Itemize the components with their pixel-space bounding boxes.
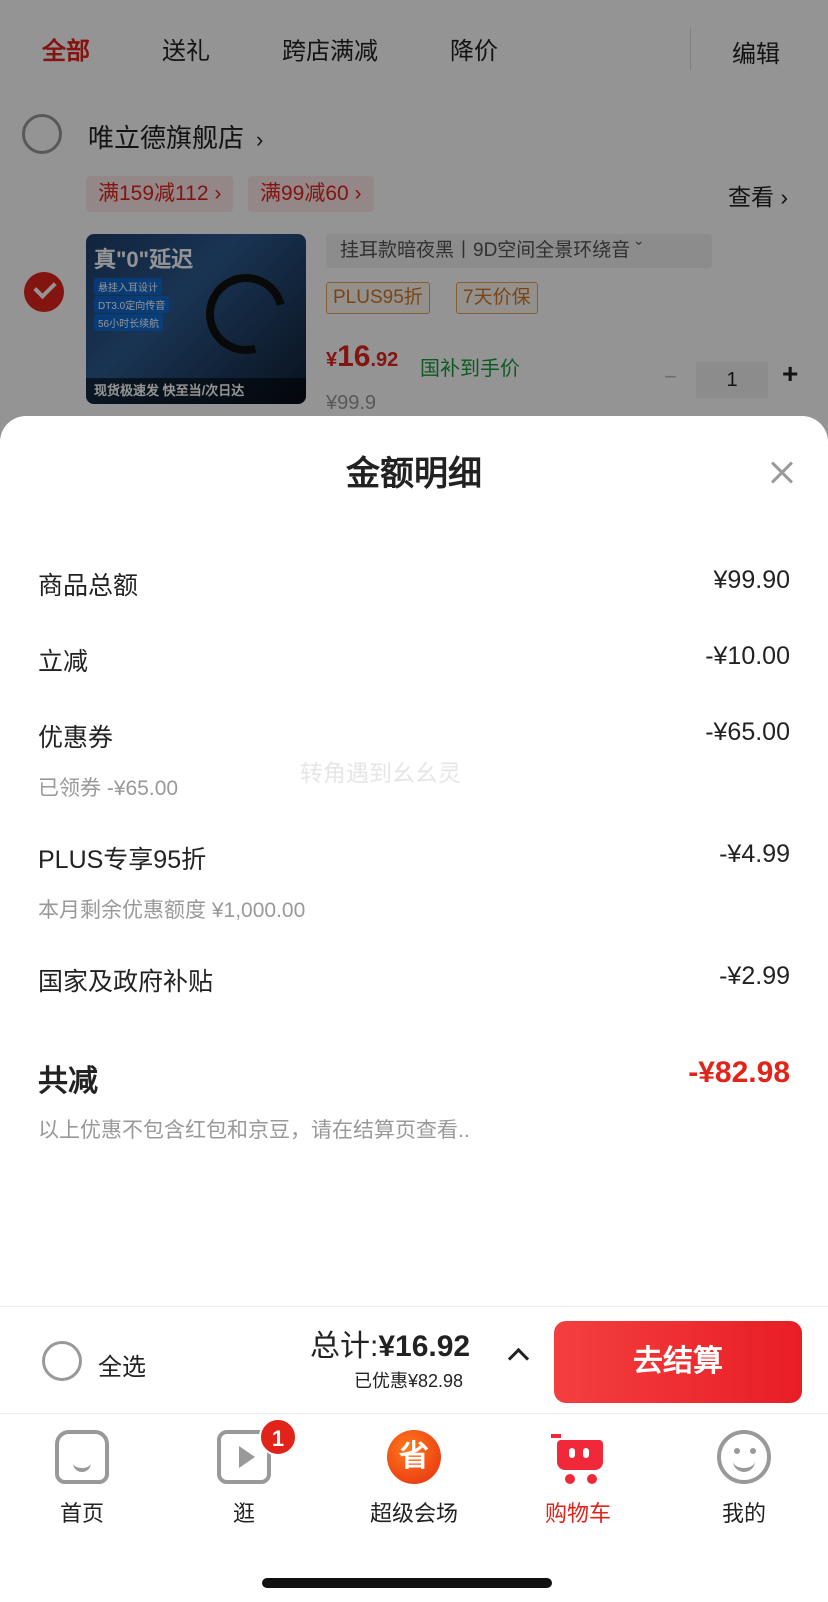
cart-wheel [565, 1474, 575, 1484]
chevron-up-icon[interactable] [506, 1343, 528, 1365]
row-value-subsidy: -¥2.99 [719, 962, 790, 990]
notification-badge: 1 [259, 1418, 297, 1456]
row-value-coupon: -¥65.00 [705, 718, 790, 746]
close-icon[interactable] [764, 452, 804, 492]
checkout-button[interactable]: 去结算 [554, 1321, 802, 1403]
cart-handle [551, 1434, 561, 1438]
nav-item-home[interactable]: 首页 [22, 1430, 142, 1528]
nav-label: 首页 [59, 1501, 104, 1526]
row-label-subtotal: 商品总额 [38, 572, 139, 600]
total-discount-label: 共减 [38, 1065, 98, 1098]
discount-footnote: 以上优惠不包含红包和京豆，请在结算页查看.. [38, 1119, 470, 1142]
sheet-title: 金额明细 [346, 455, 482, 493]
row-value-subtotal: ¥99.90 [713, 566, 790, 594]
row-label-plus: PLUS专享95折 [38, 846, 207, 874]
select-all-radio[interactable] [42, 1341, 82, 1381]
row-sub-coupon: 已领券 -¥65.00 [38, 777, 179, 800]
total-sum-prefix: 总计: [310, 1330, 379, 1363]
video-icon: 1 [217, 1418, 297, 1484]
super-venue-icon: 省 [387, 1430, 441, 1484]
nav-label: 购物车 [544, 1501, 611, 1526]
cart-wheel [587, 1474, 597, 1484]
row-label-subsidy: 国家及政府补贴 [38, 968, 214, 996]
cart-basket [557, 1440, 603, 1470]
nav-item-super-venue[interactable]: 省 超级会场 [354, 1430, 474, 1528]
saved-amount: 已优惠¥82.98 [354, 1371, 464, 1391]
cart-icon [551, 1430, 605, 1484]
nav-item-profile[interactable]: 我的 [684, 1430, 804, 1528]
bottom-tab-bar: 首页 1 逛 省 超级会场 购物车 我的 [0, 1413, 828, 1602]
row-value-instant-discount: -¥10.00 [705, 642, 790, 670]
nav-label: 我的 [721, 1501, 766, 1526]
watermark: 转角遇到幺幺灵 [300, 760, 461, 786]
total-sum-value: ¥16.92 [378, 1330, 471, 1363]
checkout-bar: 全选 总计:¥16.92 已优惠¥82.98 去结算 [0, 1306, 828, 1412]
nav-item-browse[interactable]: 1 逛 [184, 1418, 304, 1528]
home-indicator [262, 1578, 552, 1588]
total-sum: 总计:¥16.92 [310, 1321, 470, 1365]
row-label-coupon: 优惠券 [38, 724, 114, 752]
row-sub-plus: 本月剩余优惠额度 ¥1,000.00 [38, 899, 306, 922]
nav-label: 逛 [232, 1501, 255, 1526]
total-discount-value: -¥82.98 [688, 1056, 790, 1089]
row-label-instant-discount: 立减 [38, 648, 89, 676]
row-value-plus: -¥4.99 [719, 840, 790, 868]
select-all-label[interactable]: 全选 [98, 1347, 146, 1382]
home-icon [55, 1430, 109, 1484]
nav-item-cart[interactable]: 购物车 [518, 1430, 638, 1528]
nav-label: 超级会场 [369, 1501, 458, 1526]
profile-icon [717, 1430, 771, 1484]
